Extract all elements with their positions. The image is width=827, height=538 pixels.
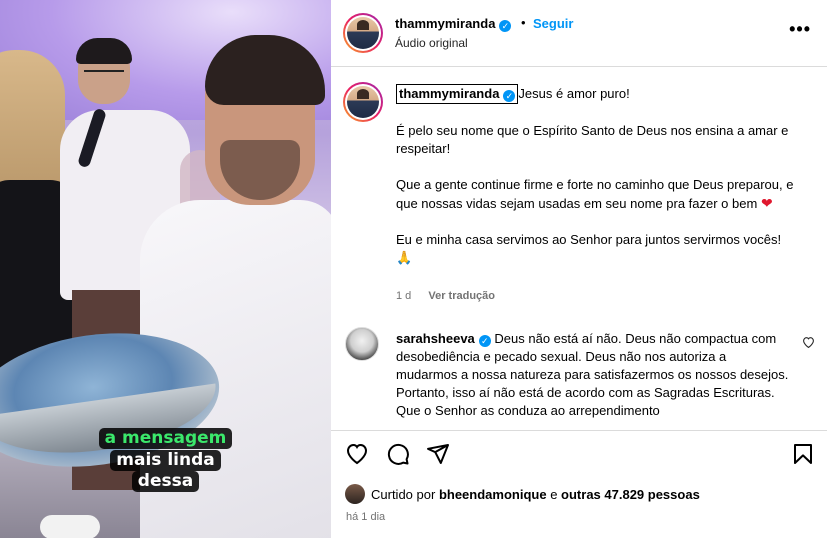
caption-age: 1 d bbox=[396, 290, 412, 302]
video-scene-speaker-glasses bbox=[84, 70, 124, 78]
more-options-icon[interactable]: ••• bbox=[789, 20, 811, 38]
post-actions-bar bbox=[331, 430, 827, 478]
follow-button[interactable]: Seguir bbox=[533, 16, 573, 31]
caption-username-text[interactable]: thammymiranda bbox=[399, 86, 499, 101]
post-side-panel: thammymiranda ✓ • Seguir Áudio original •… bbox=[331, 0, 827, 538]
comment-item: sarahsheeva ✓ Deus não está aí não. Deus … bbox=[396, 330, 791, 420]
commenter-avatar[interactable] bbox=[345, 327, 379, 361]
video-scene-speaker-hair bbox=[76, 38, 132, 64]
author-username-link[interactable]: thammymiranda ✓ bbox=[395, 16, 512, 32]
caption-author-avatar[interactable] bbox=[343, 82, 383, 122]
original-audio-link[interactable]: Áudio original bbox=[395, 36, 468, 50]
author-avatar[interactable] bbox=[343, 13, 383, 53]
separator-dot: • bbox=[521, 15, 526, 30]
post-caption: thammymiranda ✓ Jesus é amor puro! É pelo … bbox=[396, 84, 816, 267]
caption-paragraph-4-text: Eu e minha casa servimos ao Senhor para … bbox=[396, 232, 782, 247]
comment-like-heart-icon[interactable] bbox=[802, 336, 815, 351]
video-caption-line-2: mais linda bbox=[0, 450, 331, 471]
liked-by-prefix: Curtido por bbox=[371, 487, 436, 502]
liked-by-conjunction: e bbox=[550, 487, 558, 502]
commenter-username-link[interactable]: sarahsheeva bbox=[396, 331, 475, 346]
video-caption-text-3: dessa bbox=[131, 471, 200, 492]
like-heart-icon[interactable] bbox=[345, 442, 371, 468]
post-timestamp[interactable]: há 1 dia bbox=[346, 511, 385, 523]
caption-paragraph-4: Eu e minha casa servimos ao Senhor para … bbox=[396, 231, 816, 267]
caption-paragraph-2: É pelo seu nome que o Espírito Santo de … bbox=[396, 123, 789, 156]
author-username-text[interactable]: thammymiranda bbox=[395, 16, 495, 31]
verified-badge-icon: ✓ bbox=[478, 335, 491, 347]
verified-badge-icon: ✓ bbox=[499, 20, 512, 32]
praying-hands-emoji-icon: 🙏 bbox=[396, 250, 413, 265]
comments-scroll-area[interactable]: thammymiranda ✓ Jesus é amor puro! É pelo … bbox=[331, 68, 827, 428]
liker-username-link[interactable]: bheendamonique bbox=[439, 487, 547, 502]
comment-bubble-icon[interactable] bbox=[386, 442, 412, 468]
caption-paragraph-3: Que a gente continue firme e forte no ca… bbox=[396, 176, 816, 213]
liker-avatar bbox=[345, 484, 365, 504]
video-caption-line-3: dessa bbox=[0, 471, 331, 492]
see-translation-button[interactable]: Ver tradução bbox=[428, 290, 495, 302]
heart-emoji-icon: ❤ bbox=[760, 195, 773, 211]
caption-meta: 1 d Ver tradução bbox=[396, 290, 495, 302]
share-paper-plane-icon[interactable] bbox=[426, 442, 452, 468]
post-header: thammymiranda ✓ • Seguir Áudio original •… bbox=[331, 0, 827, 67]
caption-paragraph-3-text: Que a gente continue firme e forte no ca… bbox=[396, 177, 794, 211]
video-caption-text-2: mais linda bbox=[110, 450, 221, 471]
others-likes-link[interactable]: outras 47.829 pessoas bbox=[561, 487, 700, 502]
video-caption-text-1: a mensagem bbox=[98, 428, 233, 449]
video-scene-shoe bbox=[40, 515, 100, 538]
verified-badge-icon: ✓ bbox=[503, 90, 516, 102]
liked-by-summary[interactable]: Curtido por bheendamonique e outras 47.8… bbox=[345, 484, 700, 504]
save-bookmark-icon[interactable] bbox=[791, 442, 817, 468]
post-video[interactable]: a mensagem mais linda dessa bbox=[0, 0, 331, 538]
caption-line-1: Jesus é amor puro! bbox=[518, 86, 630, 101]
video-caption-line-1: a mensagem bbox=[0, 428, 331, 449]
caption-username-link[interactable]: thammymiranda ✓ bbox=[396, 84, 519, 104]
